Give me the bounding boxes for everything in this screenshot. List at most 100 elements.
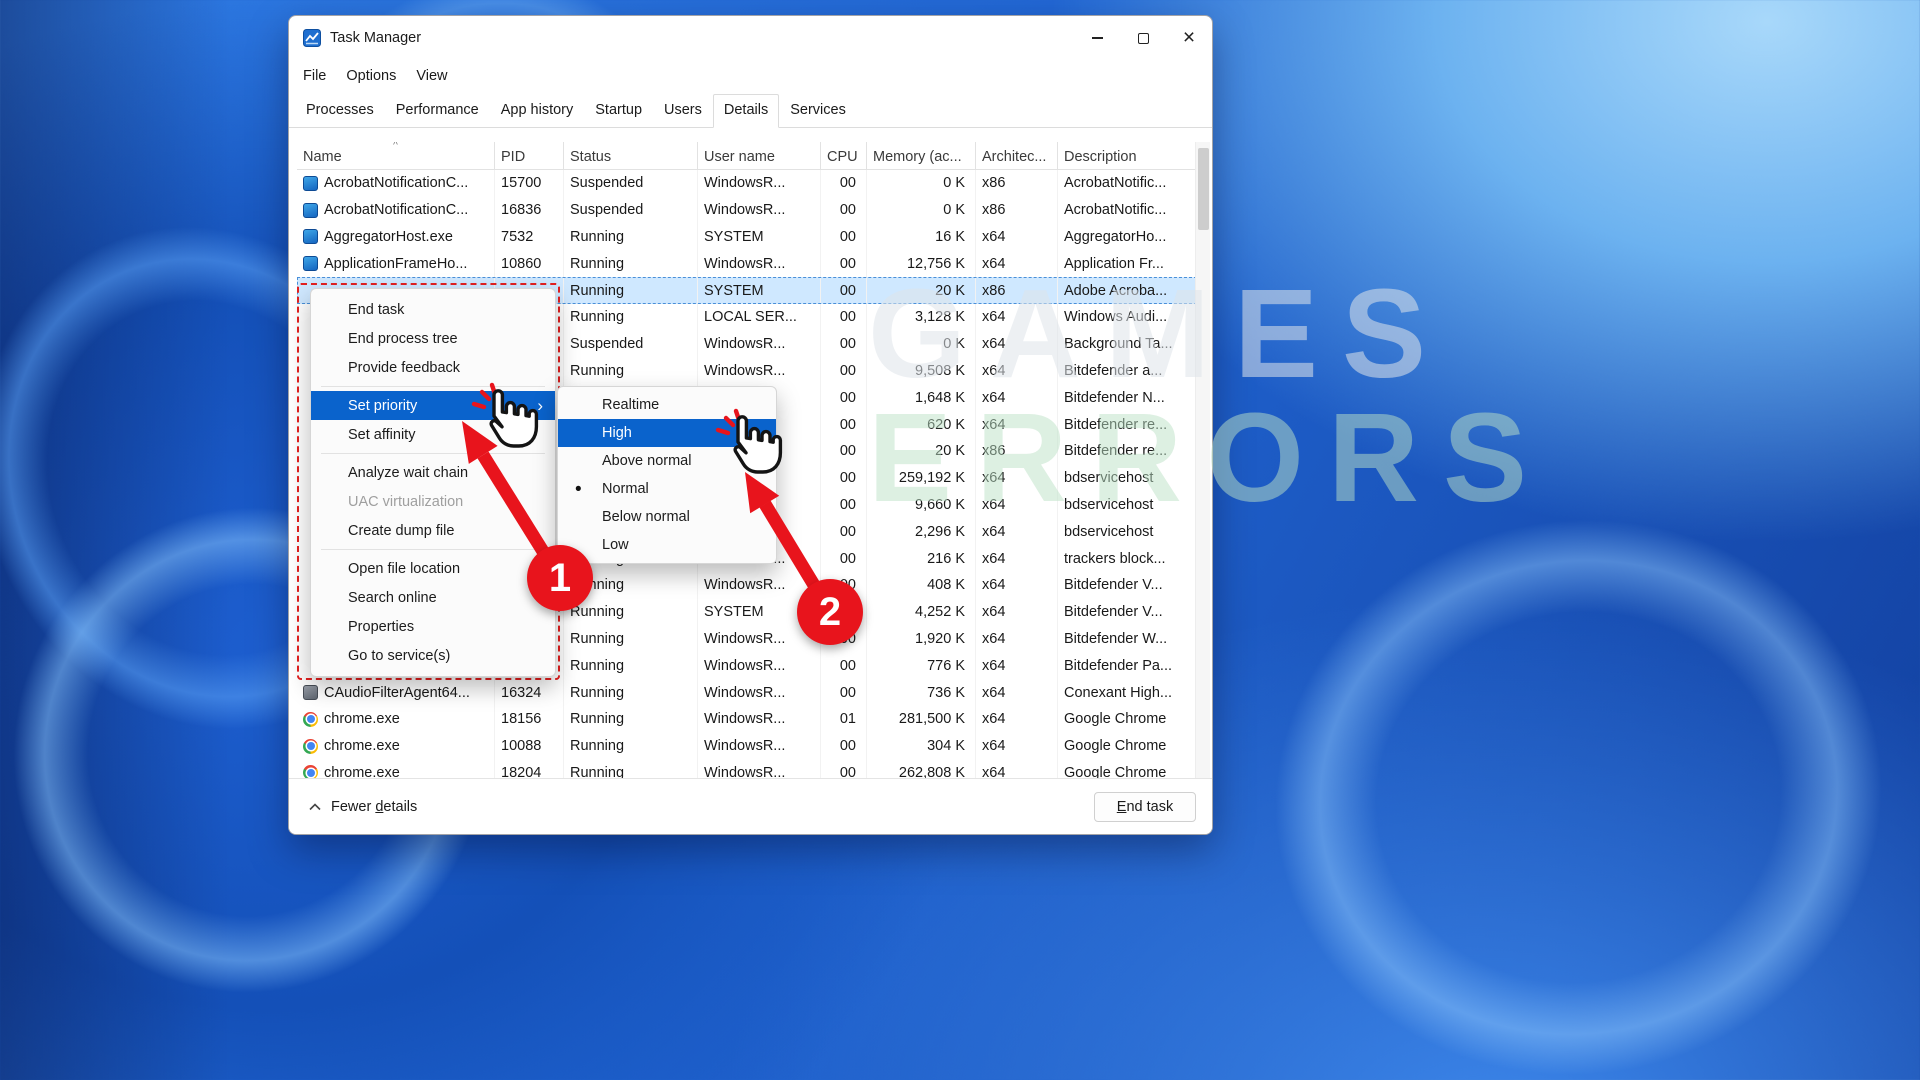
cell-memory: 3,128 K	[867, 304, 976, 331]
menu-item-create-dump-file[interactable]: Create dump file	[311, 516, 555, 545]
cell-cpu: 00	[821, 197, 867, 224]
menu-item-end-process-tree[interactable]: End process tree	[311, 324, 555, 353]
priority-option-above-normal[interactable]: Above normal	[558, 447, 776, 475]
end-task-button[interactable]: End task	[1094, 792, 1196, 822]
cell-memory: 0 K	[867, 197, 976, 224]
process-name: CAudioFilterAgent64...	[324, 685, 470, 701]
tab-details[interactable]: Details	[713, 94, 779, 128]
menu-item-provide-feedback[interactable]: Provide feedback	[311, 353, 555, 382]
priority-option-high[interactable]: High	[558, 419, 776, 447]
menu-item-end-task[interactable]: End task	[311, 295, 555, 324]
cell-description: bdservicehost	[1058, 465, 1197, 492]
app-icon	[303, 176, 318, 191]
chrome-icon	[303, 712, 318, 727]
menu-file[interactable]: File	[293, 63, 336, 89]
cell-architecture: x64	[976, 626, 1058, 653]
cell-status: Running	[564, 224, 698, 251]
cell-status: Suspended	[564, 170, 698, 197]
cell-architecture: x64	[976, 518, 1058, 545]
menu-item-set-affinity[interactable]: Set affinity	[311, 420, 555, 449]
menu-item-label: Set affinity	[348, 427, 415, 443]
process-row[interactable]: chrome.exe18156RunningWindowsR...01281,5…	[297, 706, 1197, 733]
cell-memory: 0 K	[867, 331, 976, 358]
column-header-pid[interactable]: PID	[495, 142, 564, 169]
cell-memory: 2,296 K	[867, 518, 976, 545]
status-footer: Fewer details End task	[289, 778, 1212, 834]
column-header-architec[interactable]: Architec...	[976, 142, 1058, 169]
priority-option-realtime[interactable]: Realtime	[558, 391, 776, 419]
menu-item-set-priority[interactable]: Set priority›	[311, 391, 555, 420]
window-controls: ×	[1074, 16, 1212, 60]
menu-options[interactable]: Options	[336, 63, 406, 89]
cell-architecture: x64	[976, 411, 1058, 438]
chrome-icon	[303, 739, 318, 754]
tab-services[interactable]: Services	[779, 94, 857, 127]
priority-option-below-normal[interactable]: Below normal	[558, 503, 776, 531]
cell-memory: 12,756 K	[867, 250, 976, 277]
process-row[interactable]: AcrobatNotificationC...15700SuspendedWin…	[297, 170, 1197, 197]
menu-item-go-to-service-s[interactable]: Go to service(s)	[311, 641, 555, 670]
cell-name: AcrobatNotificationC...	[297, 170, 495, 197]
priority-option-low[interactable]: Low	[558, 531, 776, 559]
cell-architecture: x64	[976, 224, 1058, 251]
app-icon	[303, 229, 318, 244]
menu-item-search-online[interactable]: Search online	[311, 583, 555, 612]
cell-memory: 20 K	[867, 438, 976, 465]
process-row[interactable]: CAudioFilterAgent64...16324RunningWindow…	[297, 679, 1197, 706]
app-icon	[303, 203, 318, 218]
maximize-button[interactable]	[1120, 16, 1166, 60]
cell-status: Running	[564, 599, 698, 626]
process-row[interactable]: chrome.exe18204RunningWindowsR...00262,8…	[297, 760, 1197, 778]
column-header-user-name[interactable]: User name	[698, 142, 821, 169]
menu-item-open-file-location[interactable]: Open file location	[311, 554, 555, 583]
tab-processes[interactable]: Processes	[295, 94, 385, 127]
chevron-up-icon	[309, 803, 321, 811]
column-header-name[interactable]: Name^	[297, 142, 495, 169]
cell-description: Bitdefender N...	[1058, 384, 1197, 411]
cell-pid: 10860	[495, 250, 564, 277]
minimize-button[interactable]	[1074, 16, 1120, 60]
cell-description: bdservicehost	[1058, 518, 1197, 545]
fewer-details-toggle[interactable]: Fewer details	[309, 799, 417, 815]
cell-status: Running	[564, 733, 698, 760]
process-row[interactable]: AggregatorHost.exe7532RunningSYSTEM0016 …	[297, 224, 1197, 251]
vertical-scrollbar[interactable]	[1195, 142, 1210, 778]
column-header-status[interactable]: Status	[564, 142, 698, 169]
window-title: Task Manager	[330, 30, 421, 46]
menu-item-properties[interactable]: Properties	[311, 612, 555, 641]
tab-performance[interactable]: Performance	[385, 94, 490, 127]
cell-architecture: x86	[976, 277, 1058, 304]
cell-memory: 1,648 K	[867, 384, 976, 411]
tab-app-history[interactable]: App history	[490, 94, 585, 127]
cell-memory: 259,192 K	[867, 465, 976, 492]
context-menu: End taskEnd process treeProvide feedback…	[310, 288, 556, 677]
column-header-cpu[interactable]: CPU	[821, 142, 867, 169]
menu-view[interactable]: View	[406, 63, 457, 89]
process-row[interactable]: ApplicationFrameHo...10860RunningWindows…	[297, 250, 1197, 277]
cell-memory: 1,920 K	[867, 626, 976, 653]
cell-cpu: 00	[821, 438, 867, 465]
cell-cpu: 00	[821, 331, 867, 358]
cell-architecture: x64	[976, 706, 1058, 733]
cell-architecture: x64	[976, 599, 1058, 626]
cell-cpu: 00	[821, 518, 867, 545]
cell-cpu: 00	[821, 545, 867, 572]
menu-item-label: UAC virtualization	[348, 494, 463, 510]
tab-startup[interactable]: Startup	[584, 94, 653, 127]
priority-option-normal[interactable]: •Normal	[558, 475, 776, 503]
cell-cpu: 00	[821, 250, 867, 277]
close-button[interactable]: ×	[1166, 16, 1212, 60]
cell-description: Google Chrome	[1058, 706, 1197, 733]
column-header-memory-ac[interactable]: Memory (ac...	[867, 142, 976, 169]
cell-architecture: x86	[976, 170, 1058, 197]
cell-cpu: 00	[821, 224, 867, 251]
tab-users[interactable]: Users	[653, 94, 713, 127]
scrollbar-thumb[interactable]	[1198, 148, 1209, 230]
process-row[interactable]: AcrobatNotificationC...16836SuspendedWin…	[297, 197, 1197, 224]
cell-memory: 16 K	[867, 224, 976, 251]
process-row[interactable]: chrome.exe10088RunningWindowsR...00304 K…	[297, 733, 1197, 760]
column-header-description[interactable]: Description	[1058, 142, 1197, 169]
menu-item-uac-virtualization[interactable]: UAC virtualization	[311, 487, 555, 516]
menu-item-label: Normal	[602, 481, 649, 497]
menu-item-analyze-wait-chain[interactable]: Analyze wait chain	[311, 458, 555, 487]
